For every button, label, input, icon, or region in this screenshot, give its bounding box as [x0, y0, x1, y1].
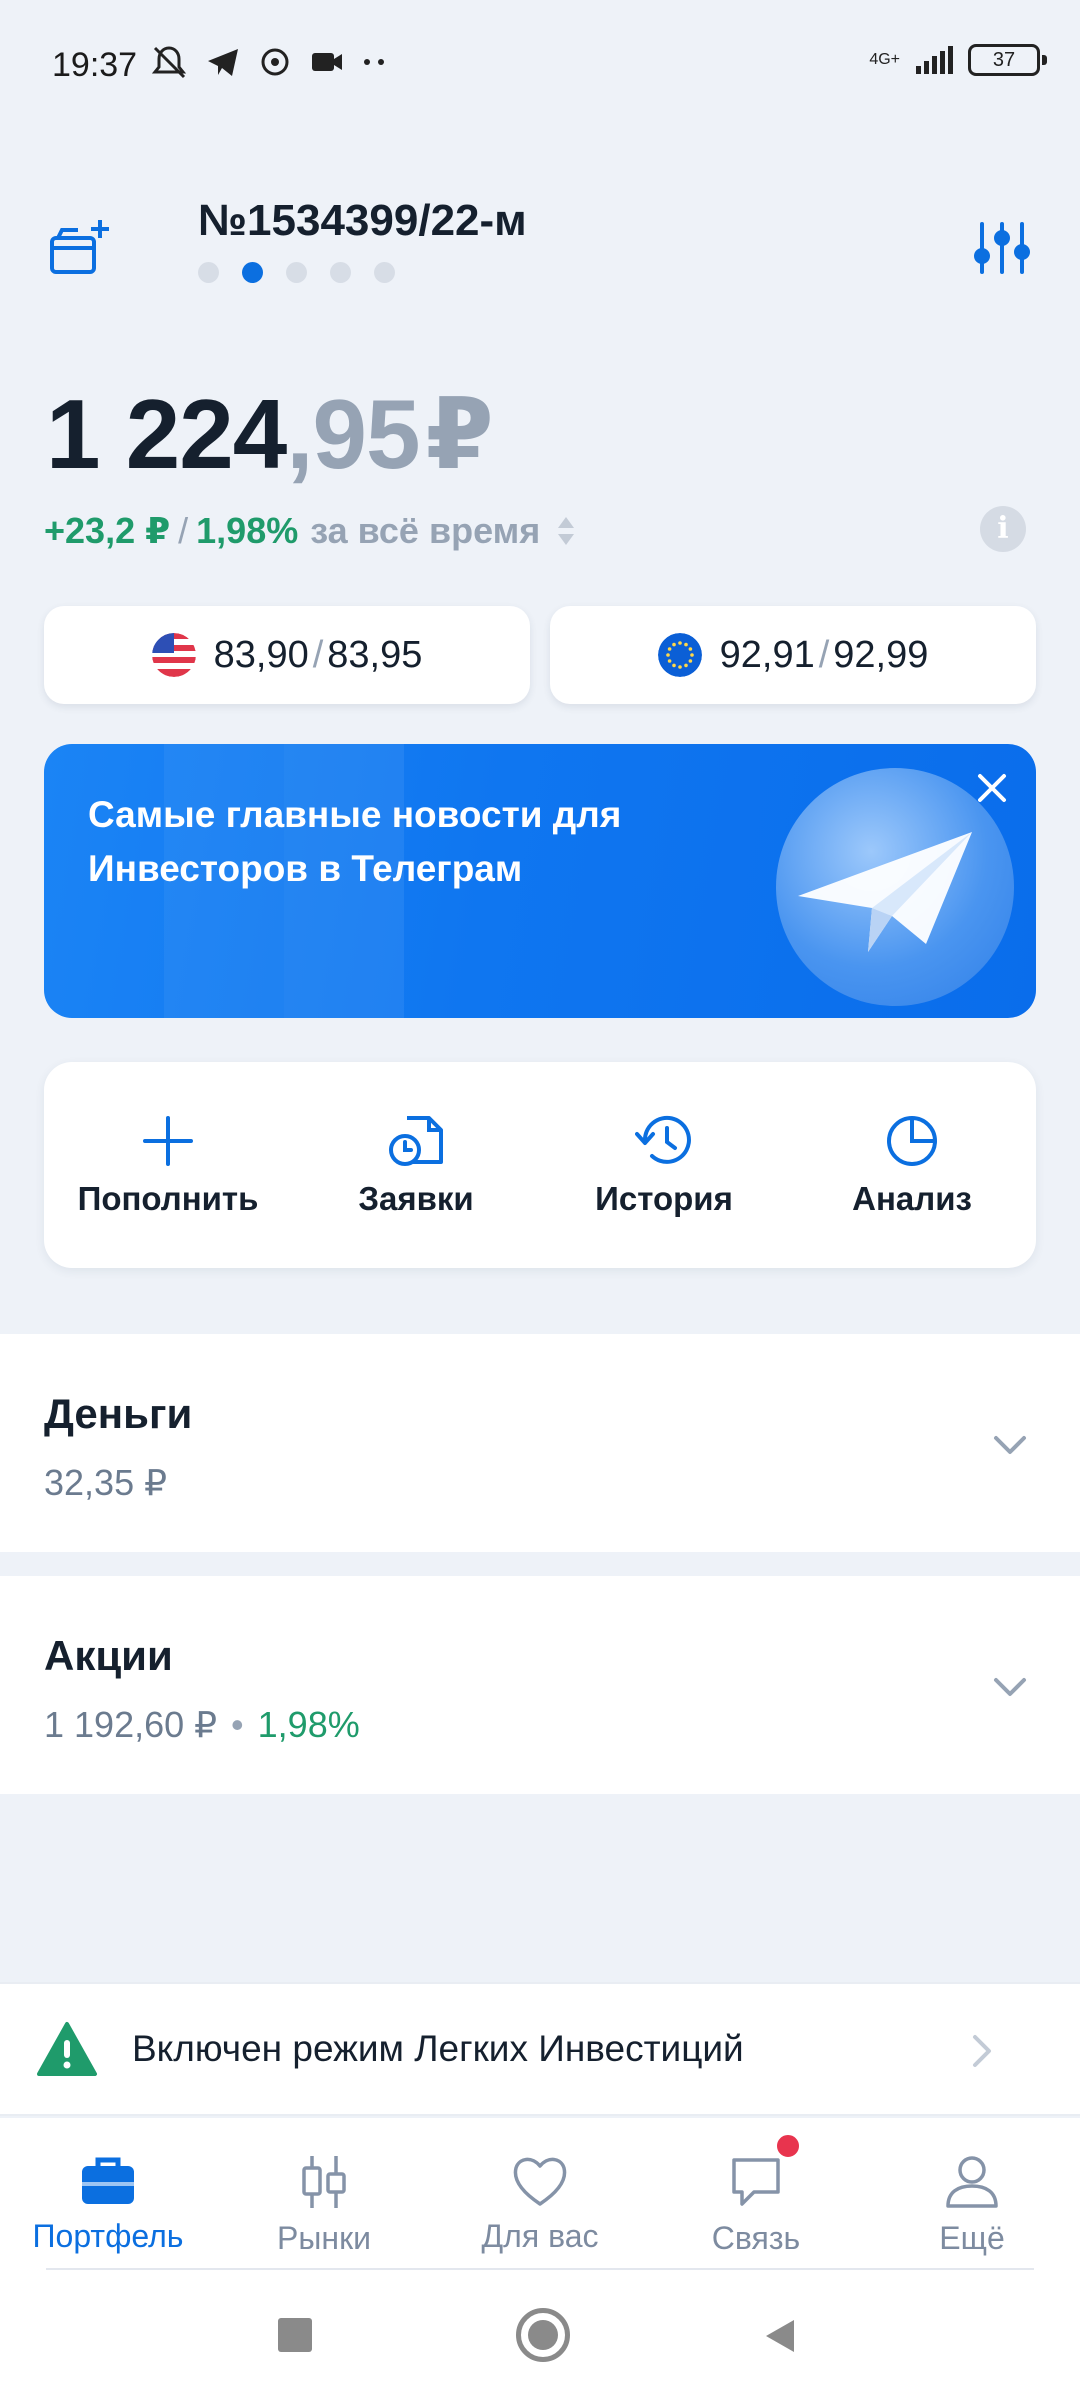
- info-icon[interactable]: i: [980, 506, 1026, 552]
- deposit-label: Пополнить: [77, 1180, 259, 1217]
- eur-ask: 92,99: [833, 633, 929, 676]
- history-label: История: [595, 1180, 733, 1217]
- mute-icon: [151, 46, 187, 79]
- briefcase-icon: [82, 2157, 134, 2204]
- easy-invest-banner[interactable]: Включен режим Легких Инвестиций: [0, 1982, 1080, 2116]
- home-button[interactable]: [516, 2308, 570, 2362]
- plus-icon: [143, 1116, 193, 1166]
- chat-icon: [732, 2158, 780, 2206]
- usd-separator: /: [312, 633, 324, 676]
- change-absolute: +23,2 ₽: [44, 510, 171, 551]
- change-separator: /: [178, 510, 189, 551]
- pager-dot[interactable]: [286, 262, 307, 283]
- balance-fraction: ,95: [286, 379, 420, 489]
- nav-for-you-label: Для вас: [481, 2218, 599, 2254]
- orders-icon: [389, 1116, 443, 1166]
- stocks-summary: 1 192,60 ₽ • 1,98%: [44, 1704, 360, 1746]
- nav-portfolio-label: Портфель: [32, 2218, 184, 2254]
- sort-arrows-icon[interactable]: [556, 513, 576, 549]
- add-account-icon[interactable]: [48, 214, 118, 284]
- close-icon[interactable]: [972, 768, 1012, 808]
- stocks-section[interactable]: [0, 1576, 1080, 1794]
- pager-dot[interactable]: [374, 262, 395, 283]
- orders-button[interactable]: Заявки: [292, 1062, 540, 1268]
- promo-text: Самые главные новости для Инвесторов в Т…: [88, 794, 622, 889]
- nav-markets[interactable]: Рынки: [216, 2118, 432, 2268]
- status-system-icons: 4G+ 37: [869, 44, 1047, 76]
- stocks-bullet: •: [231, 1704, 244, 1745]
- currency-card-eur[interactable]: 92,91/92,99: [550, 606, 1036, 704]
- nav-more[interactable]: Ещё: [864, 2118, 1080, 2268]
- analysis-button[interactable]: Анализ: [788, 1062, 1036, 1268]
- nav-more-label: Ещё: [939, 2220, 1005, 2256]
- money-value: 32,35 ₽: [44, 1462, 167, 1503]
- nav-contact[interactable]: Связь: [648, 2118, 864, 2268]
- history-icon: [635, 1115, 691, 1164]
- usd-bid: 83,90: [213, 633, 309, 676]
- money-title: Деньги: [44, 1390, 193, 1437]
- usd-flag-icon: [151, 633, 196, 677]
- signal-icon: [916, 46, 953, 74]
- nav-portfolio[interactable]: Портфель: [0, 2118, 216, 2268]
- deposit-button[interactable]: Пополнить: [44, 1062, 292, 1268]
- battery-icon: 37: [968, 44, 1047, 76]
- heart-icon: [513, 2157, 567, 2206]
- eur-separator: /: [818, 633, 830, 676]
- pager-dot[interactable]: [330, 262, 351, 283]
- analysis-label: Анализ: [852, 1180, 972, 1217]
- settings-sliders-icon[interactable]: [972, 218, 1032, 278]
- status-time: 19:37: [52, 46, 138, 84]
- bottom-navigation: Портфель Рынки Для вас Связь Ещё: [0, 2118, 1080, 2270]
- nav-markets-label: Рынки: [277, 2220, 371, 2256]
- stocks-title: Акции: [44, 1632, 173, 1679]
- balance-integer: 1 224: [46, 379, 287, 489]
- easy-invest-text: Включен режим Легких Инвестиций: [132, 2028, 744, 2069]
- balance-change[interactable]: +23,2 ₽ / 1,98% за всё время: [44, 510, 576, 552]
- chevron-down-icon[interactable]: [990, 1674, 1030, 1700]
- quick-actions-card: Пополнить Заявки История Анализ: [44, 1062, 1036, 1268]
- candles-icon: [302, 2156, 346, 2208]
- nav-contact-label: Связь: [711, 2220, 801, 2256]
- pie-chart-icon: [887, 1116, 937, 1166]
- telegram-icon: [208, 49, 238, 76]
- chevron-right-icon[interactable]: [970, 2032, 994, 2070]
- back-button[interactable]: [760, 2316, 800, 2356]
- app-notification-icon: [261, 48, 289, 76]
- more-notifications-icon: [364, 59, 384, 65]
- chevron-down-icon[interactable]: [990, 1432, 1030, 1458]
- notification-badge: [774, 2132, 802, 2160]
- balance-currency: ₽: [425, 379, 493, 489]
- change-percent: 1,98%: [196, 510, 299, 551]
- history-button[interactable]: История: [540, 1062, 788, 1268]
- currency-card-usd[interactable]: 83,90/83,95: [44, 606, 530, 704]
- video-icon: [312, 53, 342, 71]
- recent-apps-button[interactable]: [278, 2318, 312, 2352]
- account-number[interactable]: №1534399/22-м: [198, 196, 527, 246]
- warning-icon: [37, 2022, 97, 2076]
- orders-label: Заявки: [358, 1180, 474, 1217]
- pager-dot[interactable]: [198, 262, 219, 283]
- account-pager-dots[interactable]: [198, 262, 395, 283]
- telegram-promo-banner[interactable]: Самые главные новости для Инвесторов в Т…: [44, 744, 1036, 1018]
- money-section[interactable]: [0, 1334, 1080, 1552]
- stocks-value: 1 192,60 ₽: [44, 1704, 218, 1745]
- eur-bid: 92,91: [719, 633, 815, 676]
- status-notification-icons: [150, 44, 388, 80]
- eur-flag-icon: [657, 633, 702, 677]
- portfolio-balance: 1 224,95₽: [46, 378, 494, 492]
- network-type: 4G+: [869, 51, 900, 68]
- nav-for-you[interactable]: Для вас: [432, 2118, 648, 2268]
- stocks-change: 1,98%: [257, 1704, 360, 1745]
- usd-ask: 83,95: [327, 633, 423, 676]
- pager-dot-active[interactable]: [242, 262, 263, 283]
- change-period[interactable]: за всё время: [310, 510, 540, 552]
- profile-icon: [946, 2156, 998, 2208]
